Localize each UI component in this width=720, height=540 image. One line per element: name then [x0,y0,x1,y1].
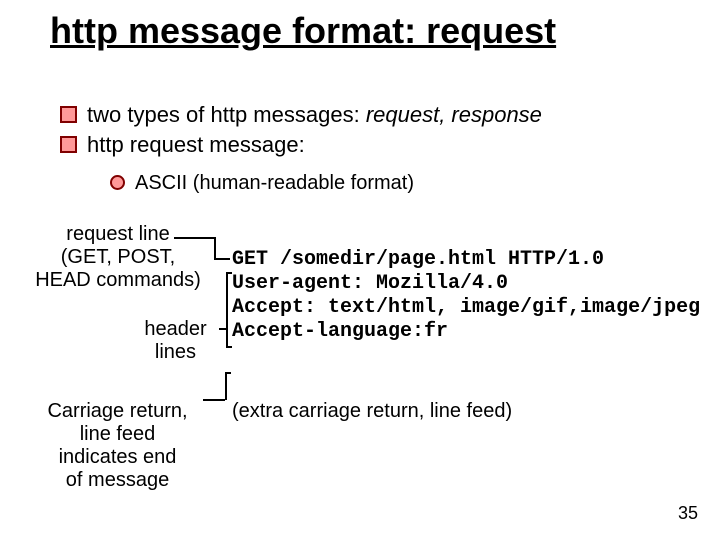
bullet-1-em: request, response [366,102,542,127]
code-block: GET /somedir/page.html HTTP/1.0 User-age… [232,248,700,344]
extra-note: (extra carriage return, line feed) [232,400,512,423]
code-line-4: Accept-language:fr [232,320,448,343]
bullet-item-2: http request message: [60,130,542,160]
connector-line [214,258,230,260]
circle-bullet-icon [110,175,125,190]
bullet-list: two types of http messages: request, res… [60,100,542,159]
connector-line [219,328,227,330]
connector-line [214,237,216,259]
slide-title: http message format: request [50,10,556,52]
connector-line [225,372,231,374]
bullet-1-text: two types of http messages: [87,102,366,127]
square-bullet-icon [60,136,77,153]
label-header-lines: headerlines [128,318,223,364]
code-line-2: User-agent: Mozilla/4.0 [232,272,508,295]
connector-line [226,272,228,347]
label-carriage-return: Carriage return,line feedindicates endof… [30,400,205,492]
sub-bullet-text: ASCII (human-readable format) [135,172,414,194]
slide: http message format: request two types o… [0,0,720,540]
connector-line [203,399,225,401]
connector-line [174,237,214,239]
connector-line [225,372,227,400]
square-bullet-icon [60,106,77,123]
code-line-1: GET /somedir/page.html HTTP/1.0 [232,248,604,271]
bullet-2-text: http request message: [87,132,305,157]
code-line-3: Accept: text/html, image/gif,image/jpeg [232,296,700,319]
bullet-item-1: two types of http messages: request, res… [60,100,542,130]
sub-bullet: ASCII (human-readable format) [110,172,414,195]
page-number: 35 [678,503,698,524]
label-request-line: request line(GET, POST,HEAD commands) [18,223,218,292]
